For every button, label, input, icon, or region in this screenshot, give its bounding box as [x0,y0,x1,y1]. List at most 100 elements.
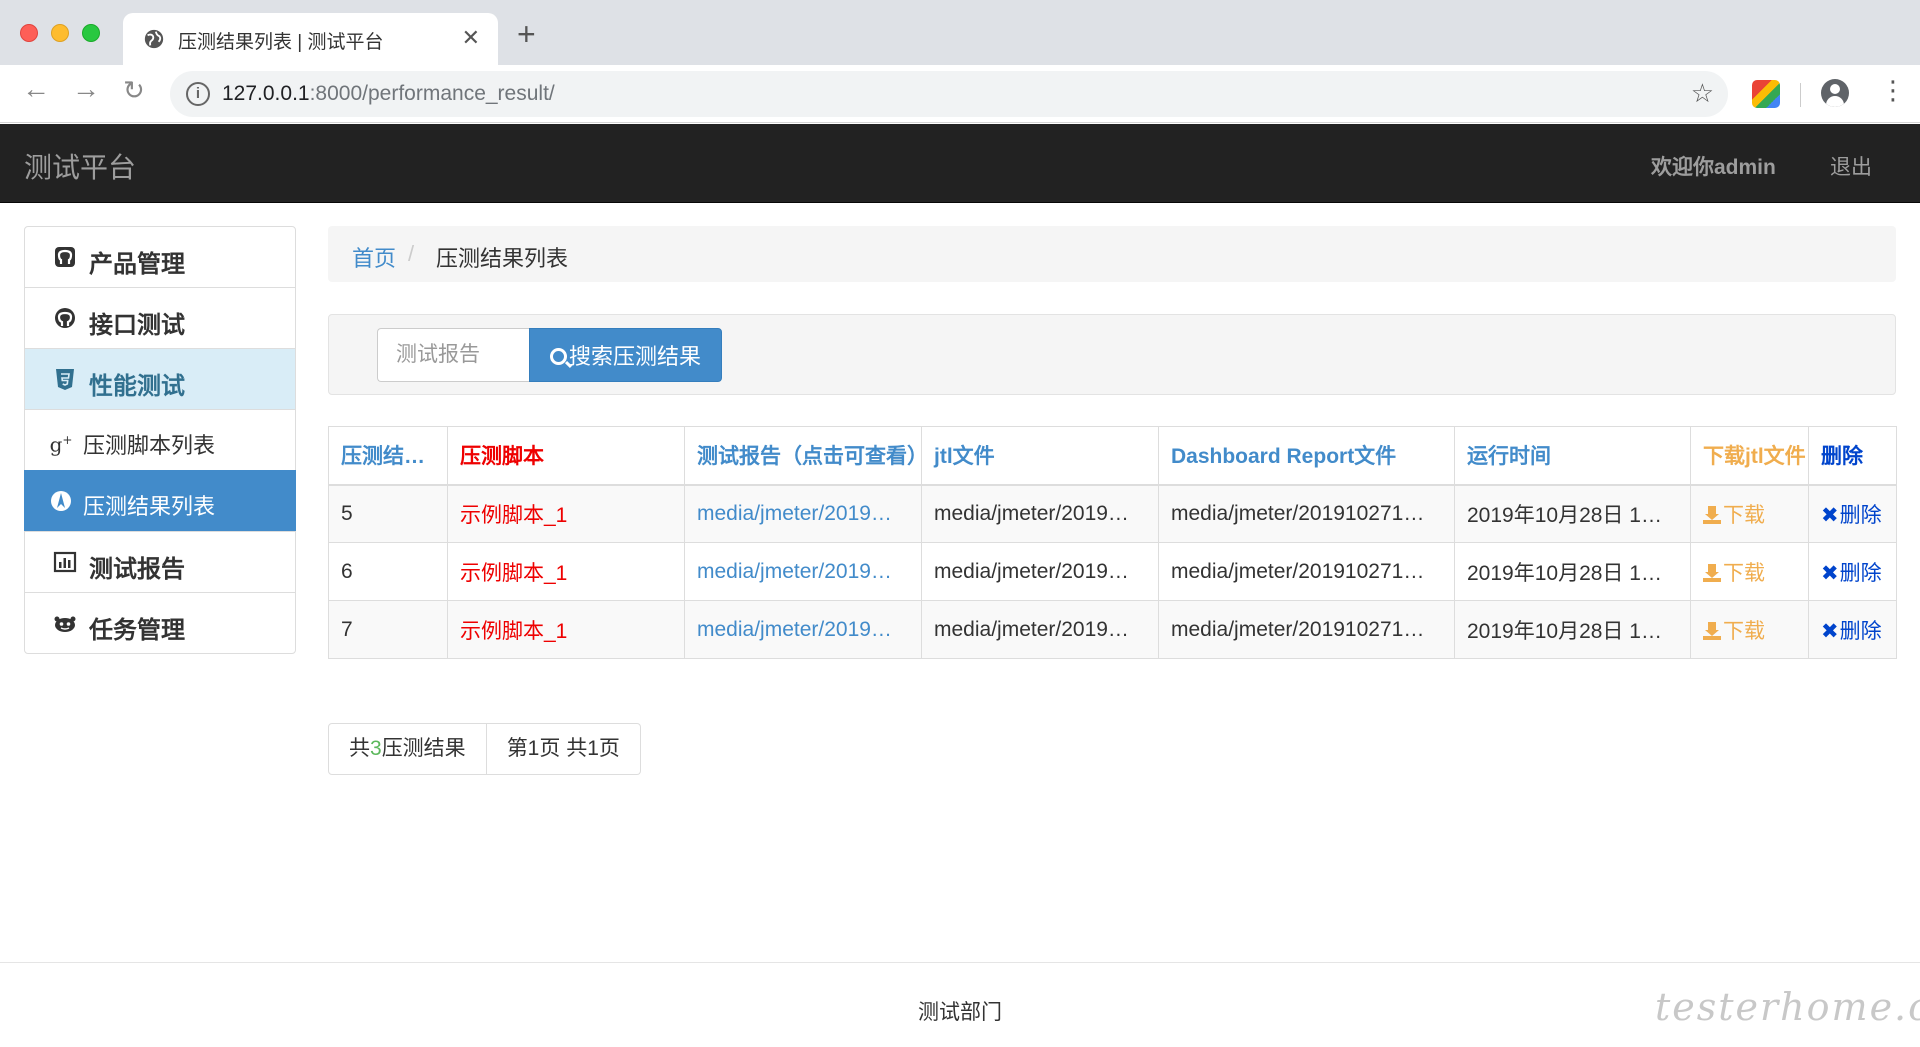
sidebar-item-result-list[interactable]: 压测结果列表 [24,470,296,532]
cell-dashboard: media/jmeter/201910271… [1158,484,1455,543]
download-label: 下载 [1723,561,1765,585]
reload-icon[interactable]: ↻ [123,77,145,103]
forward-icon[interactable]: → [72,75,100,103]
window-minimize-button[interactable] [51,24,69,42]
header-jtl: jtl文件 [921,426,1159,486]
new-tab-button[interactable]: + [517,18,536,50]
tab-close-icon[interactable]: ✕ [462,25,480,51]
cell-run-time: 2019年10月28日 1… [1454,542,1691,601]
footer-divider [0,962,1920,963]
download-label: 下载 [1723,503,1765,527]
sidebar-item-label: 测试报告 [89,556,185,583]
cell-jtl: media/jmeter/2019… [921,542,1159,601]
toolbar-divider [1800,83,1801,107]
cell-report-link[interactable]: media/jmeter/2019… [684,542,922,601]
breadcrumb: 首页 / 压测结果列表 [328,226,1896,282]
sidebar-item-api-testing[interactable]: 接口测试 [24,287,296,349]
sidebar-item-label: 任务管理 [89,617,185,644]
header-script: 压测脚本 [447,426,685,486]
bookmark-star-icon[interactable]: ☆ [1691,78,1714,109]
browser-tab[interactable]: 压测结果列表 | 测试平台 ✕ [123,13,498,65]
delete-label: 删除 [1839,561,1882,585]
extension-icon[interactable] [1752,80,1780,108]
breadcrumb-home-link[interactable]: 首页 [352,241,396,273]
breadcrumb-current: 压测结果列表 [436,246,569,271]
download-icon [1703,505,1721,524]
github-alt-icon [55,308,75,328]
cell-id: 5 [328,484,448,543]
info-icon[interactable]: i [186,82,210,106]
download-link[interactable]: 下载 [1690,542,1809,601]
cell-report-link[interactable]: media/jmeter/2019… [684,600,922,659]
window-close-button[interactable] [20,24,38,42]
delete-link[interactable]: ✖删除 [1808,600,1897,659]
url-path: :8000/performance_result/ [309,82,555,105]
sidebar-item-label: 压测结果列表 [83,494,216,519]
download-link[interactable]: 下载 [1690,484,1809,543]
sidebar-item-label: 产品管理 [89,251,185,278]
table-header-row: 压测结果ID 压测脚本 测试报告（点击可查看） jtl文件 Dashboard … [328,426,1897,486]
total-suffix: 压测结果 [381,737,466,760]
cell-script: 示例脚本_1 [447,484,685,543]
url-text[interactable]: 127.0.0.1:8000/performance_result/ [222,82,555,106]
header-report: 测试报告（点击可查看） [684,426,928,486]
total-count: 3 [370,737,382,760]
profile-avatar-icon[interactable] [1821,79,1849,107]
pied-piper-icon [51,491,71,511]
back-icon[interactable]: ← [22,75,50,103]
cell-id: 7 [328,600,448,659]
welcome-user[interactable]: 欢迎你admin [1651,151,1776,181]
cell-jtl: media/jmeter/2019… [921,484,1159,543]
breadcrumb-separator: / [408,241,415,266]
cell-dashboard: media/jmeter/201910271… [1158,600,1455,659]
total-prefix: 共 [349,737,370,760]
header-download: 下载jtl文件 [1690,426,1809,486]
download-link[interactable]: 下载 [1690,600,1809,659]
cell-jtl: media/jmeter/2019… [921,600,1159,659]
header-delete: 删除 [1808,426,1897,486]
sidebar-item-test-report[interactable]: 测试报告 [24,531,296,593]
header-dashboard: Dashboard Report文件 [1158,426,1455,486]
cell-script: 示例脚本_1 [447,600,685,659]
header-id: 压测结果ID [328,426,448,486]
sidebar-item-performance-testing[interactable]: 性能测试 [24,348,296,410]
logout-link[interactable]: 退出 [1830,151,1872,181]
close-icon: ✖ [1821,561,1839,585]
table-row: 5 示例脚本_1 media/jmeter/2019… media/jmeter… [328,484,1897,543]
footer-text: 测试部门 [918,1001,1002,1024]
bar-chart-icon [53,551,77,573]
delete-link[interactable]: ✖删除 [1808,542,1897,601]
download-label: 下载 [1723,619,1765,643]
close-icon: ✖ [1821,503,1839,527]
app-brand[interactable]: 测试平台 [24,146,136,186]
search-input[interactable] [377,328,529,382]
tab-title: 压测结果列表 | 测试平台 [178,32,384,53]
sidebar-item-task-management[interactable]: 任务管理 [24,592,296,654]
window-maximize-button[interactable] [82,24,100,42]
sidebar-item-label: 压测脚本列表 [83,433,216,458]
cell-script: 示例脚本_1 [447,542,685,601]
header-run-time: 运行时间 [1454,426,1691,486]
url-host: 127.0.0.1 [222,82,310,105]
results-table: 压测结果ID 压测脚本 测试报告（点击可查看） jtl文件 Dashboard … [328,426,1897,659]
browser-menu-icon[interactable]: ⋮ [1880,77,1906,103]
delete-link[interactable]: ✖删除 [1808,484,1897,543]
html5-icon [56,369,74,390]
table-row: 6 示例脚本_1 media/jmeter/2019… media/jmeter… [328,542,1897,601]
github-icon [55,247,75,267]
table-row: 7 示例脚本_1 media/jmeter/2019… media/jmeter… [328,600,1897,659]
sidebar: 产品管理 接口测试 性能测试 g+ 压测脚本列表 压测结果列表 测试报告 任务管… [24,226,296,654]
search-icon [550,348,567,365]
sidebar-item-product-management[interactable]: 产品管理 [24,226,296,288]
reddit-icon [54,616,76,632]
cell-report-link[interactable]: media/jmeter/2019… [684,484,922,543]
google-plus-icon: g+ [49,432,73,457]
sidebar-item-script-list[interactable]: g+ 压测脚本列表 [24,409,296,471]
search-button-label: 搜索压测结果 [569,344,702,369]
address-bar[interactable]: i 127.0.0.1:8000/performance_result/ ☆ [170,71,1728,117]
browser-toolbar: ← → ↻ i 127.0.0.1:8000/performance_resul… [0,65,1920,123]
download-icon [1703,563,1721,582]
app-navbar: 测试平台 欢迎你admin 退出 [0,124,1920,203]
delete-label: 删除 [1839,619,1882,643]
search-button[interactable]: 搜索压测结果 [529,328,722,382]
